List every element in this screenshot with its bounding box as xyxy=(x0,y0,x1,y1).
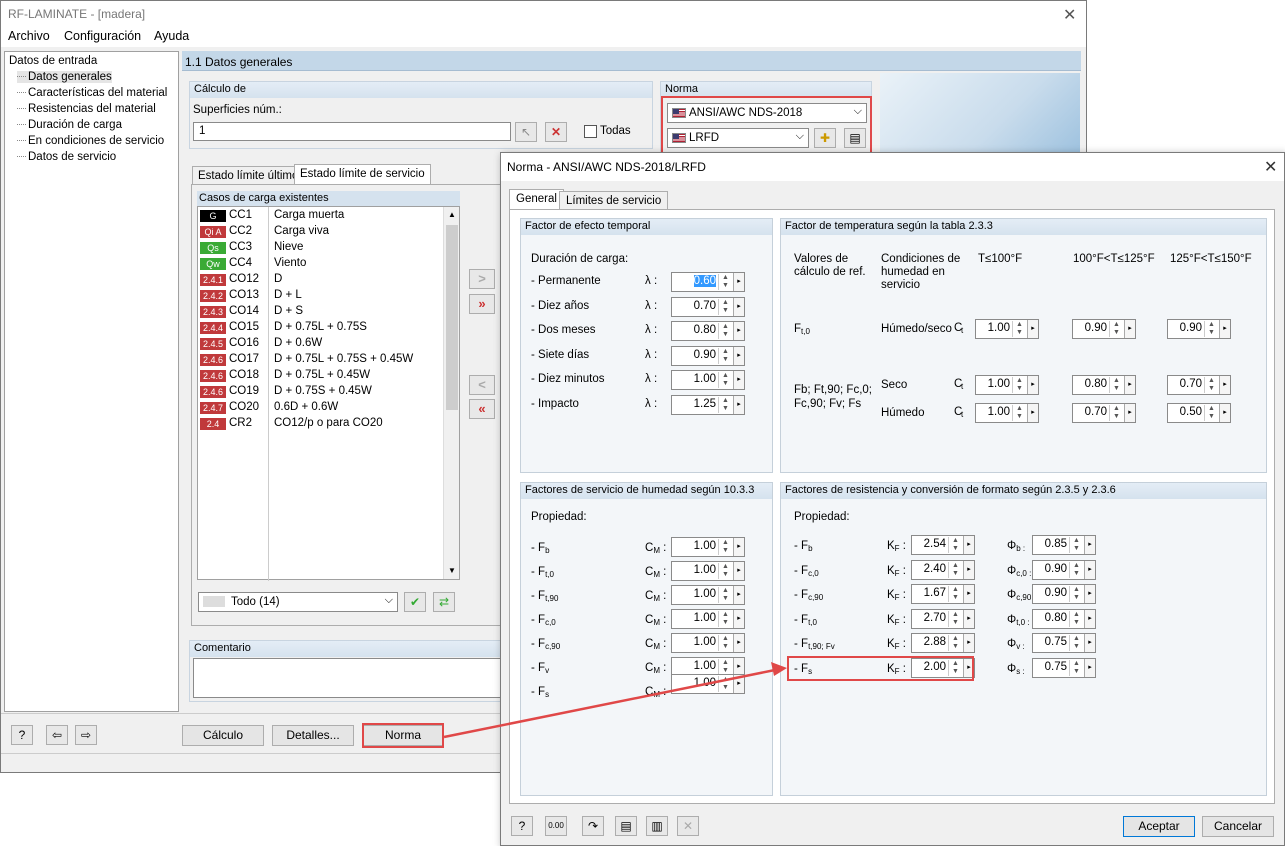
callout-arrow xyxy=(443,662,787,739)
fs-row-highlight xyxy=(787,656,974,681)
